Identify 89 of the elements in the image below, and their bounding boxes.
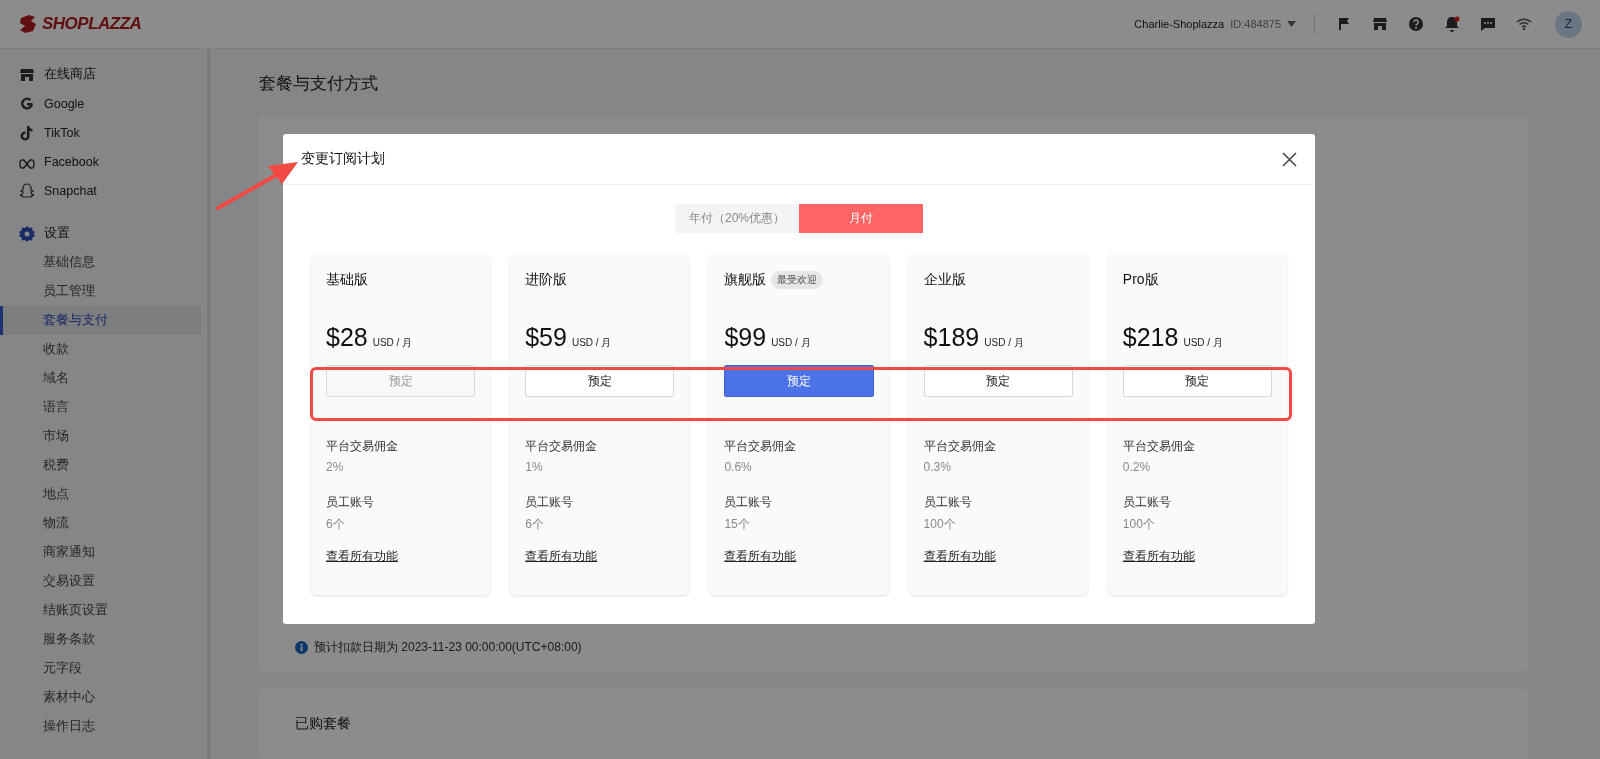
feature-value: 100个: [923, 516, 957, 533]
plan-price: $189: [923, 323, 980, 352]
feature-label: 平台交易佣金: [923, 438, 997, 455]
feature-label: 员工账号: [326, 494, 375, 511]
nav-subitem[interactable]: 结账页设置: [4, 596, 201, 625]
all-features-link[interactable]: 查看所有功能: [1122, 548, 1195, 565]
feature-label: 员工账号: [923, 494, 973, 511]
all-features-link[interactable]: 查看所有功能: [525, 548, 598, 565]
billing-tab[interactable]: 年付（20%优惠）: [675, 204, 799, 233]
feature-value: 6个: [326, 516, 346, 533]
nav-subitem[interactable]: 交易设置: [4, 567, 201, 596]
plan-price: $28: [326, 323, 368, 352]
plan-name: 企业版: [923, 271, 966, 289]
feature-label: 员工账号: [1122, 494, 1172, 511]
plan-name: Pro版: [1122, 271, 1159, 289]
close-icon[interactable]: [1282, 151, 1297, 167]
feature-value: 0.3%: [923, 460, 952, 474]
price-unit: USD / 月: [984, 336, 1024, 350]
nav-subitem[interactable]: 服务条款: [4, 625, 201, 654]
nav-subitem[interactable]: 操作日志: [4, 712, 201, 741]
popular-badge: 最受欢迎: [771, 271, 824, 289]
info-icon: [295, 641, 308, 654]
all-features-link[interactable]: 查看所有功能: [326, 548, 398, 565]
plan-name: 基础版: [326, 271, 368, 289]
caret-icon[interactable]: [1287, 21, 1296, 27]
google-icon: [19, 95, 35, 112]
feature-value: 0.6%: [724, 460, 753, 474]
nav-item[interactable]: TikTok: [44, 125, 80, 140]
feature-value: 15个: [724, 516, 751, 533]
plan-price: $59: [525, 323, 567, 352]
feature-value: 6个: [525, 516, 545, 533]
price-unit: USD / 月: [372, 336, 413, 350]
chat-icon[interactable]: [1480, 16, 1496, 32]
nav-subitem[interactable]: 语言: [4, 393, 201, 422]
nav-subitem[interactable]: 员工管理: [4, 277, 201, 306]
nav-subitem[interactable]: 元字段: [4, 654, 201, 683]
billing-date-note: 预计扣款日期为 2023-11-23 00:00:00(UTC+08:00): [314, 639, 582, 656]
dialog-title: 变更订阅计划: [301, 150, 385, 168]
store-icon[interactable]: [1372, 16, 1388, 32]
help-icon[interactable]: [1408, 16, 1424, 32]
feature-label: 平台交易佣金: [326, 438, 399, 455]
nav-item[interactable]: Google: [44, 96, 85, 111]
billing-tab[interactable]: 月付: [799, 204, 923, 233]
bell-icon[interactable]: [1444, 16, 1460, 32]
avatar[interactable]: Z: [1555, 10, 1582, 38]
nav-subitem[interactable]: 物流: [4, 509, 201, 538]
tiktok-icon: [19, 124, 35, 141]
nav-subitem[interactable]: 商家通知: [4, 538, 201, 567]
plan-price: $218: [1122, 323, 1179, 352]
feature-label: 员工账号: [525, 494, 575, 511]
feature-value: 0.2%: [1122, 460, 1152, 474]
page-title: 套餐与支付方式: [259, 73, 379, 95]
all-features-link[interactable]: 查看所有功能: [923, 548, 996, 565]
price-unit: USD / 月: [771, 336, 811, 350]
feature-label: 员工账号: [724, 494, 774, 511]
nav-item[interactable]: 在线商店: [44, 66, 96, 83]
nav-subitem[interactable]: 域名: [4, 364, 201, 393]
all-features-link[interactable]: 查看所有功能: [724, 548, 797, 565]
price-unit: USD / 月: [1183, 336, 1223, 350]
nav-subitem[interactable]: 税费: [4, 451, 201, 480]
feature-label: 平台交易佣金: [525, 438, 599, 455]
settings-icon: [19, 225, 35, 242]
section-title: 已购套餐: [295, 715, 352, 733]
ghost-icon: [19, 182, 35, 199]
account-name[interactable]: Charlie-Shoplazza: [1134, 18, 1225, 30]
feature-value: 1%: [525, 460, 544, 474]
price-unit: USD / 月: [571, 336, 612, 350]
feature-value: 100个: [1122, 516, 1156, 533]
feature-value: 2%: [326, 460, 345, 474]
nav-subitem[interactable]: 市场: [4, 422, 201, 451]
nav-subitem[interactable]: 地点: [4, 480, 201, 509]
plan-name: 旗舰版: [724, 271, 767, 289]
wifi-icon[interactable]: [1516, 16, 1532, 32]
nav-item[interactable]: Facebook: [44, 154, 99, 169]
flag-icon[interactable]: [1336, 16, 1352, 32]
logo-icon: [18, 14, 38, 34]
account-id: ID:484875: [1230, 18, 1281, 30]
plan-name: 进阶版: [525, 271, 568, 289]
feature-label: 平台交易佣金: [1122, 438, 1196, 455]
nav-item[interactable]: Snapchat: [44, 183, 97, 198]
nav-subitem[interactable]: 素材中心: [4, 683, 201, 712]
nav-item[interactable]: 设置: [44, 225, 70, 242]
plan-price: $99: [724, 323, 767, 352]
nav-subitem[interactable]: 收款: [4, 335, 201, 364]
nav-subitem[interactable]: 套餐与支付: [0, 306, 201, 335]
store-icon: [19, 66, 35, 83]
nav-subitem[interactable]: 基础信息: [4, 248, 201, 277]
feature-label: 平台交易佣金: [724, 438, 798, 455]
logo-text[interactable]: SHOPLAZZA: [42, 14, 142, 34]
